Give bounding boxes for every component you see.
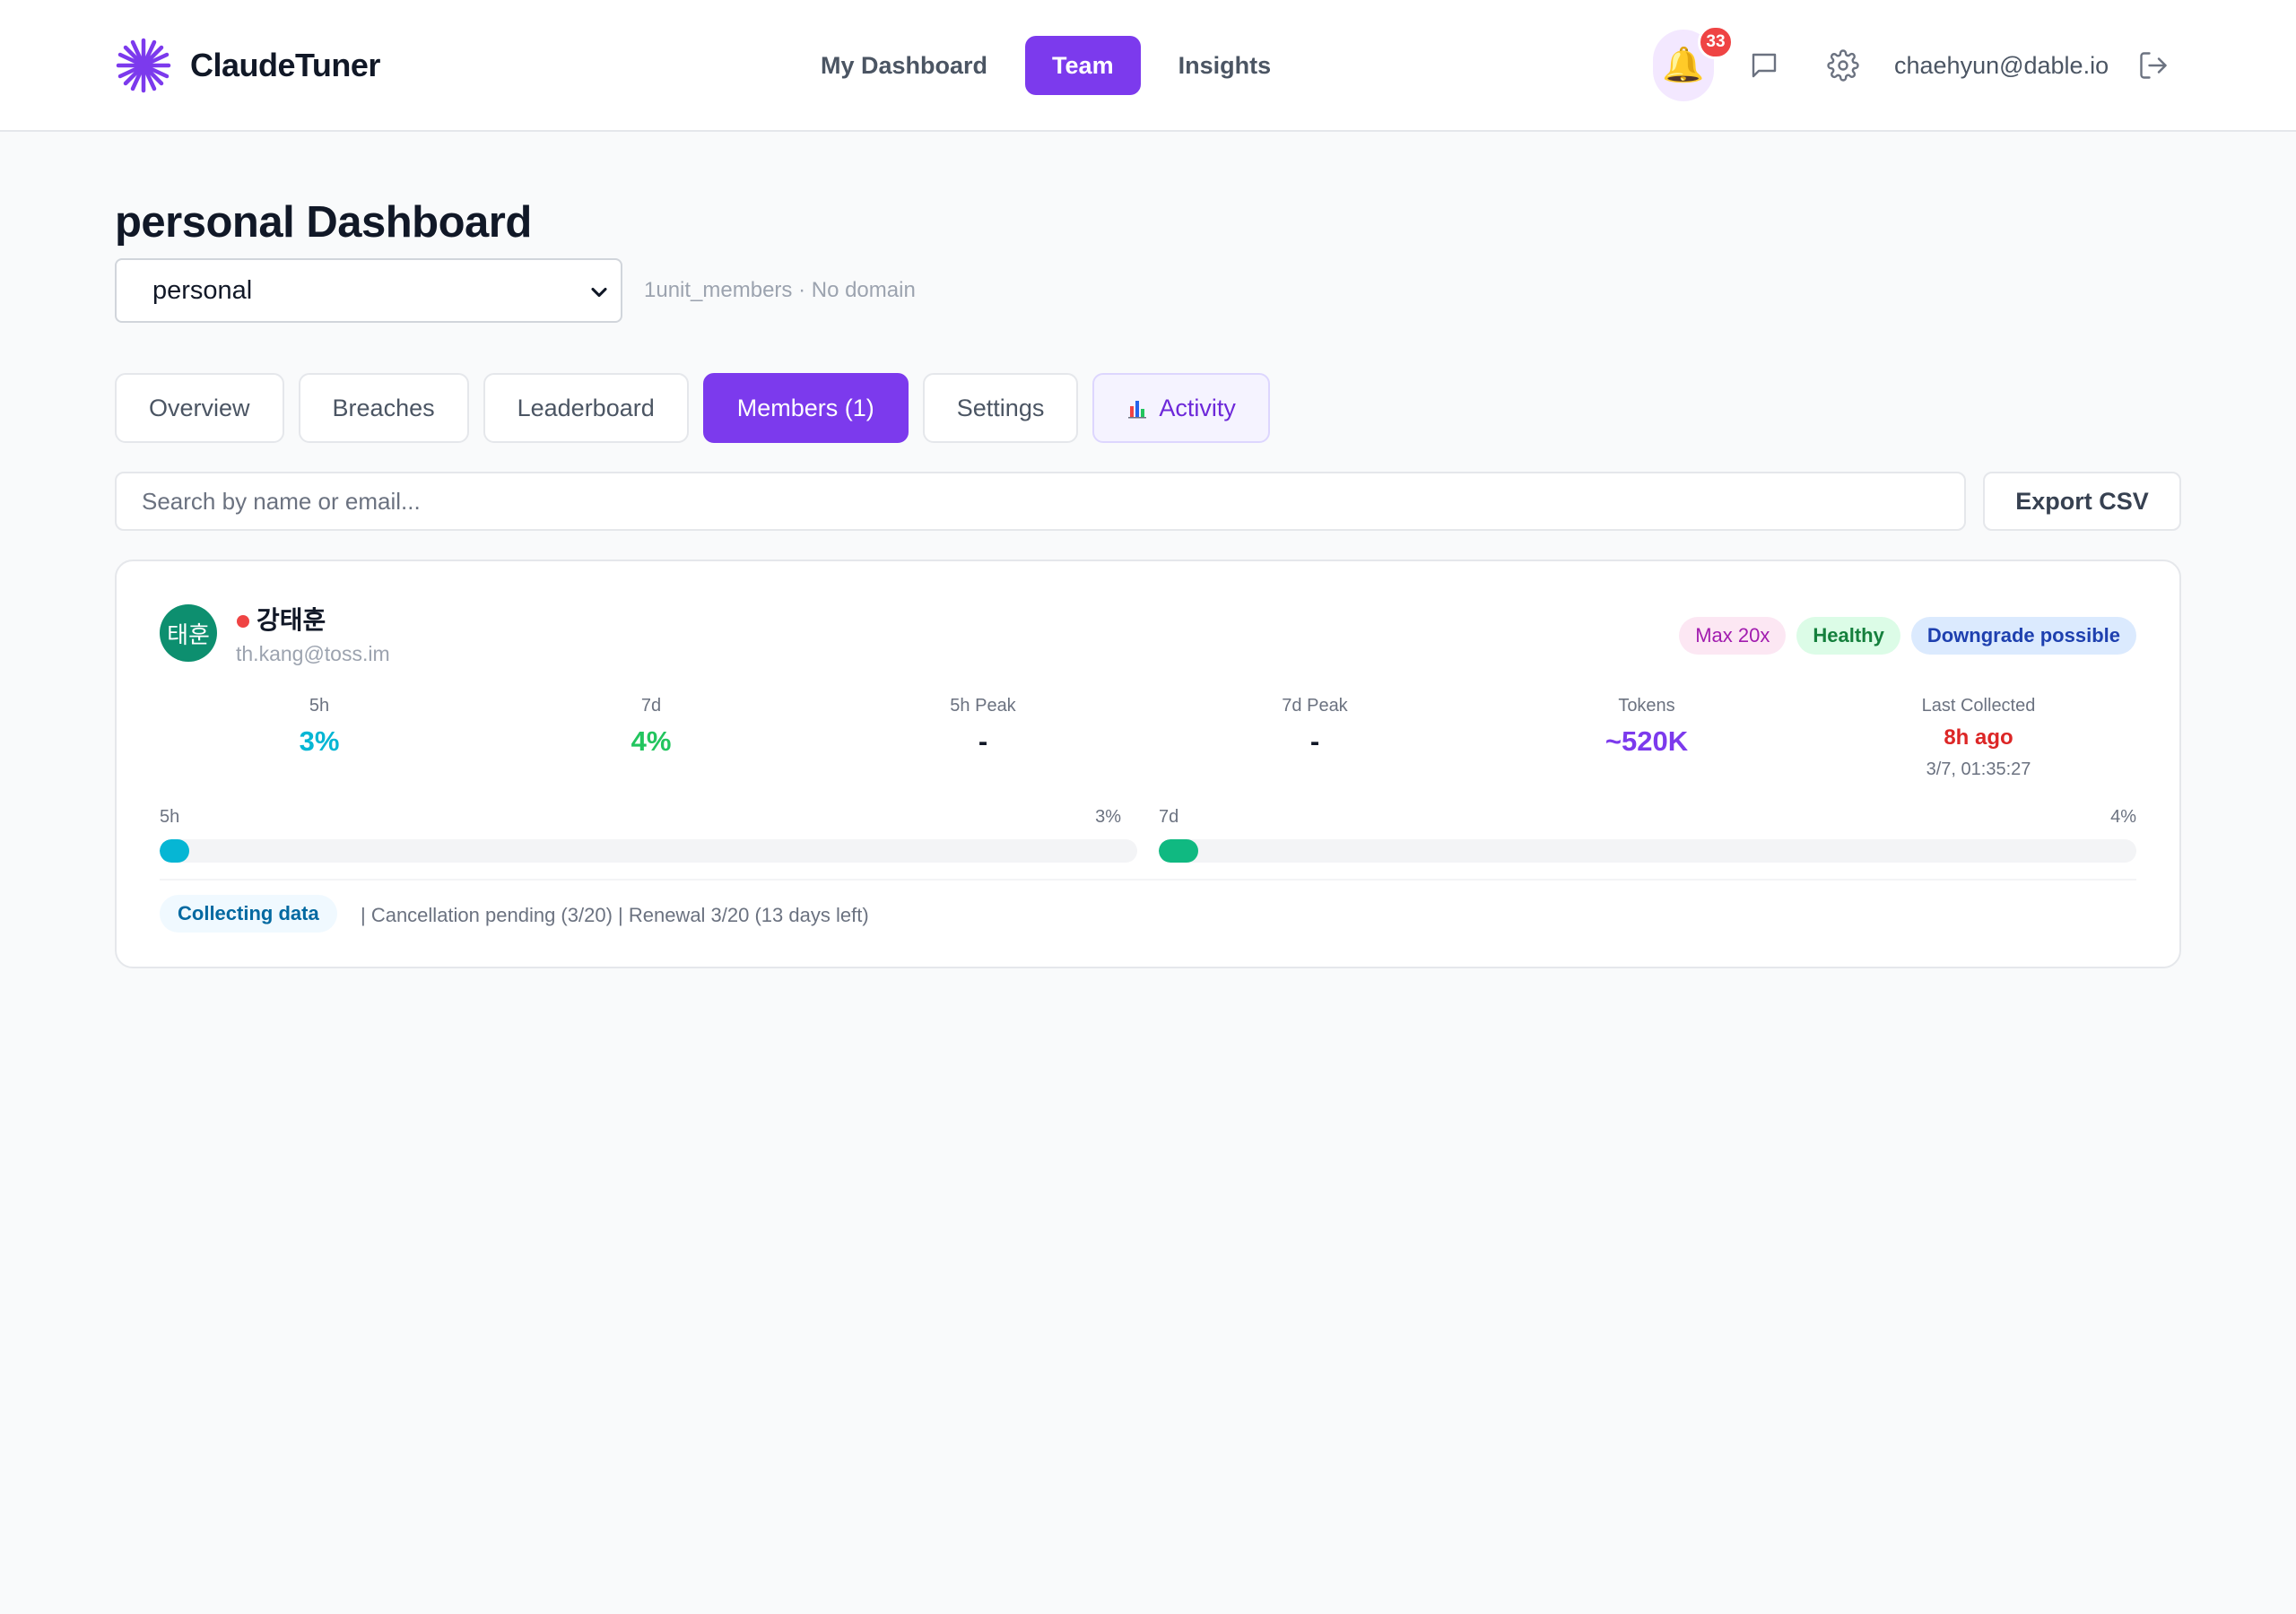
stat-tokens: Tokens ~520K	[1480, 696, 1813, 758]
bar-chart-icon	[1128, 401, 1147, 419]
member-card[interactable]: 태훈 강태훈 th.kang@toss.im Max 20x Healthy D…	[115, 560, 2181, 968]
subscription-note: | Cancellation pending (3/20) | Renewal …	[361, 904, 869, 926]
member-search-input[interactable]	[115, 472, 1966, 531]
stat-7d: 7d 4%	[484, 696, 818, 758]
chat-bubble-icon	[1752, 53, 1777, 78]
recommendation-badge: Downgrade possible	[1910, 617, 2136, 655]
card-divider	[160, 879, 2136, 881]
stat-last-collected: Last Collected 8h ago 3/7, 01:35:27	[1812, 696, 2145, 780]
bar-7d-value: 4%	[2110, 807, 2136, 827]
notifications-button[interactable]: 🔔 33	[1653, 25, 1734, 101]
bar-5h-label: 5h	[160, 807, 180, 827]
settings-button[interactable]	[1824, 47, 1862, 84]
stat-last-collected-label: Last Collected	[1921, 696, 2036, 716]
plan-badge: Max 20x	[1679, 617, 1787, 655]
chevron-down-icon	[591, 287, 607, 298]
dashboard-tabs: Overview Breaches Leaderboard Members (1…	[115, 373, 1270, 443]
stat-7d-label: 7d	[640, 696, 662, 716]
member-badges: Max 20x Healthy Downgrade possible	[1679, 617, 2136, 655]
tab-members[interactable]: Members (1)	[702, 373, 909, 443]
messages-button[interactable]	[1745, 47, 1783, 84]
team-select[interactable]: personal	[115, 258, 622, 323]
team-meta: 1unit_members · No domain	[644, 278, 916, 302]
notification-count-badge: 33	[1698, 25, 1734, 59]
brand-name: ClaudeTuner	[190, 47, 380, 83]
bell-icon: 🔔	[1662, 47, 1705, 84]
status-dot	[237, 615, 249, 628]
tab-settings[interactable]: Settings	[922, 373, 1079, 443]
logout-icon	[2140, 52, 2167, 79]
nav-insights[interactable]: Insights	[1152, 36, 1299, 95]
nav-my-dashboard[interactable]: My Dashboard	[794, 36, 1014, 95]
member-email: th.kang@toss.im	[236, 642, 390, 665]
tab-leaderboard[interactable]: Leaderboard	[483, 373, 689, 443]
health-badge: Healthy	[1796, 617, 1900, 655]
usage-bar-5h	[160, 839, 1137, 863]
logout-button[interactable]	[2135, 47, 2172, 84]
stat-last-collected-time: 3/7, 01:35:27	[1926, 759, 2031, 779]
team-select-value: personal	[152, 275, 253, 305]
collect-status-badge: Collecting data	[160, 895, 337, 933]
stat-7d-value: 4%	[631, 725, 672, 757]
stat-last-collected-value: 8h ago	[1944, 725, 2013, 750]
usage-bar-7d-fill	[1159, 839, 1198, 863]
top-header: ClaudeTuner My Dashboard Team Insights 🔔…	[0, 0, 2296, 132]
main-nav: My Dashboard Team Insights	[794, 36, 1298, 95]
tab-activity-label: Activity	[1159, 394, 1236, 421]
usage-bar-5h-fill	[160, 839, 189, 863]
asterisk-logo-icon	[116, 38, 171, 93]
stat-5h-peak-label: 5h Peak	[950, 696, 1016, 716]
tab-overview[interactable]: Overview	[115, 373, 284, 443]
stat-5h-label: 5h	[309, 696, 330, 716]
stat-5h-value: 3%	[299, 725, 340, 757]
export-csv-button[interactable]: Export CSV	[1983, 472, 2181, 531]
tab-activity[interactable]: Activity	[1092, 373, 1270, 443]
user-email: chaehyun@dable.io	[1894, 51, 2109, 79]
brand[interactable]: ClaudeTuner	[115, 36, 380, 95]
stat-5h-peak-value: -	[978, 725, 988, 757]
stat-tokens-label: Tokens	[1618, 696, 1675, 716]
stat-7d-peak-label: 7d Peak	[1282, 696, 1348, 716]
stat-7d-peak: 7d Peak -	[1148, 696, 1482, 758]
stat-5h-peak: 5h Peak -	[816, 696, 1150, 758]
stat-tokens-value: ~520K	[1605, 725, 1689, 757]
page-title: personal Dashboard	[115, 198, 532, 247]
stat-5h: 5h 3%	[152, 696, 486, 758]
nav-team[interactable]: Team	[1025, 36, 1141, 95]
tab-breaches[interactable]: Breaches	[298, 373, 469, 443]
bar-5h-value: 3%	[1095, 807, 1121, 827]
stat-7d-peak-value: -	[1309, 725, 1320, 757]
avatar: 태훈	[160, 604, 217, 662]
usage-bar-7d	[1159, 839, 2136, 863]
bar-7d-label: 7d	[1159, 807, 1179, 827]
member-name: 강태훈	[257, 605, 326, 635]
gear-icon	[1827, 49, 1859, 82]
